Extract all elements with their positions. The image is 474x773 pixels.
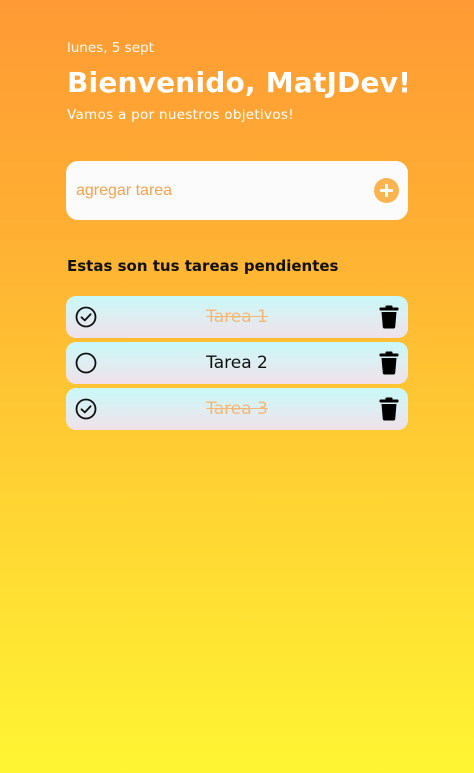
add-task-input[interactable] <box>74 171 368 211</box>
check-circle-icon[interactable] <box>75 306 97 328</box>
tasks-section-title: Estas son tus tareas pendientes <box>67 257 339 275</box>
task-item: Tarea 2 <box>66 342 408 384</box>
task-name: Tarea 1 <box>206 307 268 327</box>
page-title: Bienvenido, MatJDev! <box>67 66 412 99</box>
task-name: Tarea 3 <box>206 399 268 419</box>
plus-icon <box>380 184 393 197</box>
check-circle-icon[interactable] <box>75 398 97 420</box>
trash-icon[interactable] <box>379 351 399 375</box>
trash-icon[interactable] <box>379 397 399 421</box>
task-name: Tarea 2 <box>206 353 268 373</box>
add-task-box <box>66 161 408 220</box>
empty-circle-icon[interactable] <box>75 352 97 374</box>
date-label: lunes, 5 sept <box>67 40 154 56</box>
trash-icon[interactable] <box>379 305 399 329</box>
add-task-button[interactable] <box>374 178 399 203</box>
page-subtitle: Vamos a por nuestros objetivos! <box>67 107 294 123</box>
task-item: Tarea 3 <box>66 388 408 430</box>
task-item: Tarea 1 <box>66 296 408 338</box>
